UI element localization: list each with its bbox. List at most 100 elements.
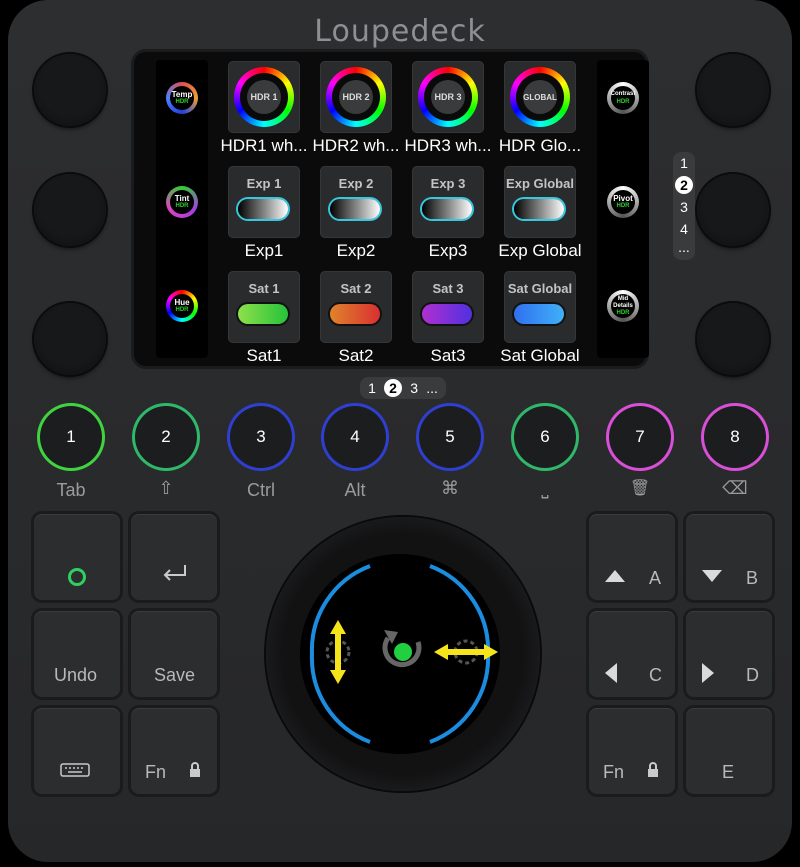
key-label: D xyxy=(746,665,759,685)
page-4[interactable]: 4 xyxy=(673,218,695,240)
key-save[interactable]: Save xyxy=(131,611,217,697)
tile-caption: Exp2 xyxy=(336,241,376,260)
key-d[interactable]: D xyxy=(686,611,772,697)
page-3[interactable]: 3 xyxy=(410,380,418,396)
triangle-right-icon xyxy=(702,663,714,683)
tile-title: Sat 2 xyxy=(340,281,372,296)
tile-sat1[interactable]: Sat 1 xyxy=(228,271,300,343)
key-circle[interactable] xyxy=(34,514,120,600)
space-icon: ⎵ xyxy=(541,478,549,498)
tile-inner-label: GLOBAL xyxy=(523,80,557,114)
jog-wheel-display[interactable] xyxy=(300,554,500,754)
trash-icon: 🗑 xyxy=(629,480,651,497)
dial-mid-details[interactable]: Mid Details HDR xyxy=(607,290,639,322)
tile-title: Exp Global xyxy=(506,176,574,191)
dial-hue[interactable]: Hue HDR xyxy=(166,290,198,322)
round-button-2[interactable]: 2 xyxy=(135,406,197,468)
round-button-7[interactable]: 7 xyxy=(609,406,671,468)
knob-right-1[interactable] xyxy=(697,54,769,126)
dial-label: Contrast xyxy=(610,91,636,97)
key-label: B xyxy=(746,568,759,588)
tile-title: Sat 1 xyxy=(248,281,280,296)
rotate-icon xyxy=(382,630,422,668)
label-tab: Tab xyxy=(56,480,86,500)
dial-temp[interactable]: Temp HDR xyxy=(166,82,198,114)
keyboard-icon xyxy=(60,763,90,777)
knob-right-3[interactable] xyxy=(697,303,769,375)
enter-icon xyxy=(163,565,186,581)
round-button-8[interactable]: 8 xyxy=(704,406,766,468)
key-label: Fn xyxy=(145,762,167,782)
round-button-3[interactable]: 3 xyxy=(230,406,292,468)
hdr-badge: HDR xyxy=(616,99,630,105)
bottom-page-indicator[interactable]: 1 2 3 ... xyxy=(360,377,446,399)
key-undo[interactable]: Undo xyxy=(34,611,120,697)
dial-label: Hue xyxy=(174,298,190,307)
round-button-1[interactable]: 1 xyxy=(40,406,102,468)
dial-contrast[interactable]: Contrast HDR xyxy=(607,82,639,114)
tile-exp1[interactable]: Exp 1 xyxy=(228,166,300,238)
wheel-display-graphic xyxy=(309,564,498,744)
tile-caption: HDR Glo... xyxy=(498,136,582,155)
key-c[interactable]: C xyxy=(589,611,675,697)
page-3[interactable]: 3 xyxy=(673,196,695,218)
tile-title: Exp 3 xyxy=(430,176,466,191)
lock-icon xyxy=(190,762,200,777)
page-current[interactable]: 2 xyxy=(675,176,693,194)
knob-left-1[interactable] xyxy=(34,54,106,126)
vertical-arrows-icon xyxy=(325,620,351,684)
tile-sat-global[interactable]: Sat Global xyxy=(504,271,576,343)
tile-hdr1[interactable]: HDR 1 xyxy=(228,61,300,133)
tile-title: Sat Global xyxy=(507,281,573,296)
round-button-5[interactable]: 5 xyxy=(419,406,481,468)
dial-tint[interactable]: Tint HDR xyxy=(166,186,198,218)
triangle-left-icon xyxy=(605,663,617,683)
key-enter[interactable] xyxy=(131,514,217,600)
page-more[interactable]: ... xyxy=(426,380,438,396)
knob-right-2[interactable] xyxy=(697,174,769,246)
tile-hdr-global[interactable]: GLOBAL xyxy=(504,61,576,133)
page-1[interactable]: 1 xyxy=(368,380,376,396)
dial-label: Pivot xyxy=(613,194,633,203)
key-b[interactable]: B xyxy=(686,514,772,600)
key-fn-lock[interactable]: Fn xyxy=(131,708,217,794)
side-page-indicator[interactable]: 1 2 3 4 ... xyxy=(673,152,695,260)
center-dot xyxy=(394,643,412,661)
button-number: 8 xyxy=(730,427,740,446)
round-button-6[interactable]: 6 xyxy=(514,406,576,468)
button-number: 1 xyxy=(66,427,76,446)
page-more[interactable]: ... xyxy=(673,240,695,254)
tile-hdr2[interactable]: HDR 2 xyxy=(320,61,392,133)
tile-caption: Sat2 xyxy=(338,346,374,365)
dial-pivot[interactable]: Pivot HDR xyxy=(607,186,639,218)
key-label: E xyxy=(722,762,735,782)
tile-inner-label: HDR 2 xyxy=(339,80,373,114)
hdr-badge: HDR xyxy=(175,203,189,209)
hdr-badge: HDR xyxy=(616,203,630,209)
shift-icon: ⇧ xyxy=(158,478,174,498)
tile-hdr3[interactable]: HDR 3 xyxy=(412,61,484,133)
key-a[interactable]: A xyxy=(589,514,675,600)
tile-sat3[interactable]: Sat 3 xyxy=(412,271,484,343)
key-fn-lock-right[interactable]: Fn xyxy=(589,708,675,794)
round-button-4[interactable]: 4 xyxy=(324,406,386,468)
key-e[interactable]: E xyxy=(686,708,772,794)
lock-icon xyxy=(648,762,658,777)
button-number: 7 xyxy=(635,427,645,446)
tile-exp3[interactable]: Exp 3 xyxy=(412,166,484,238)
tile-caption: Sat1 xyxy=(246,346,282,365)
page-current[interactable]: 2 xyxy=(384,379,403,397)
tile-title: Exp 1 xyxy=(246,176,282,191)
dial-label: Tint xyxy=(174,194,190,203)
tile-exp-global[interactable]: Exp Global xyxy=(504,166,576,238)
key-label: A xyxy=(649,568,662,588)
tile-title: Exp 2 xyxy=(338,176,374,191)
knob-left-2[interactable] xyxy=(34,174,106,246)
knob-left-3[interactable] xyxy=(34,303,106,375)
tile-caption: Sat3 xyxy=(430,346,466,365)
tile-exp2[interactable]: Exp 2 xyxy=(320,166,392,238)
tile-sat2[interactable]: Sat 2 xyxy=(320,271,392,343)
key-keyboard[interactable] xyxy=(34,708,120,794)
hdr-badge: HDR xyxy=(616,309,630,316)
page-1[interactable]: 1 xyxy=(673,152,695,174)
